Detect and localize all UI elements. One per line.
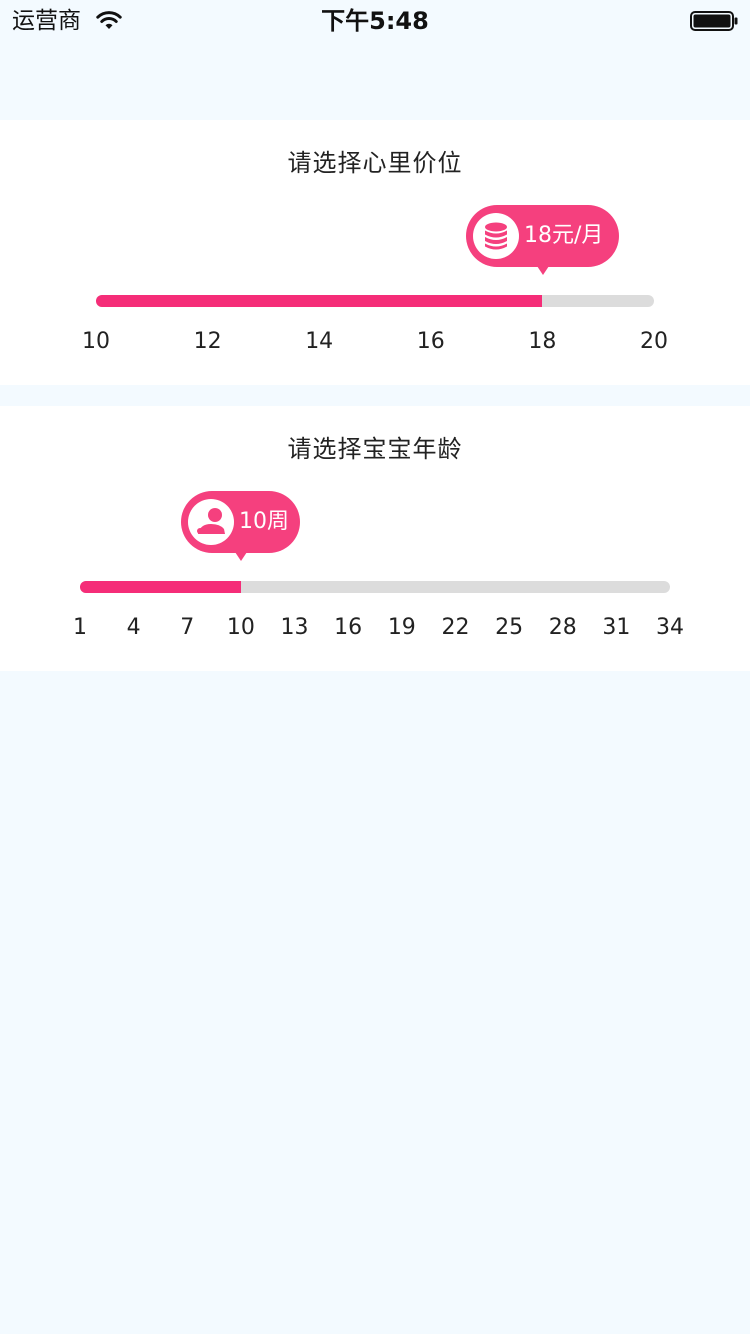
price-title: 请选择心里价位	[287, 149, 463, 177]
age-title: 请选择宝宝年龄	[287, 435, 463, 463]
tick-label: 34	[656, 615, 684, 640]
tick-label: 10	[82, 329, 110, 354]
tick-label: 1	[73, 615, 87, 640]
tick-label: 10	[226, 615, 255, 640]
tick-label: 20	[640, 329, 668, 354]
tick-label: 12	[193, 329, 222, 354]
price-slider-track[interactable]	[96, 295, 654, 307]
tick-label: 7	[180, 615, 195, 640]
status-bar: 运营商 下午5:48	[0, 0, 750, 40]
tick-label: 19	[387, 615, 416, 640]
coin-stack-icon	[473, 213, 519, 259]
age-value-bubble: 10周	[181, 491, 300, 561]
age-slider-fill	[80, 581, 241, 593]
tick-label: 13	[280, 615, 309, 640]
tick-label: 18	[528, 329, 557, 354]
tick-label: 16	[334, 615, 363, 640]
battery-icon	[690, 11, 738, 31]
price-slider-fill	[96, 295, 543, 307]
price-value-bubble: 18元/月	[466, 205, 619, 275]
price-value-label: 18元/月	[524, 223, 604, 248]
price-tick-labels: 10 12 14 16 18 20	[0, 327, 750, 357]
price-card: 请选择心里价位 18元/月 10 12 14 16 18 20	[0, 120, 750, 385]
age-value-label: 10周	[239, 509, 289, 534]
tick-label: 16	[416, 329, 445, 354]
age-slider-track[interactable]	[80, 581, 670, 593]
tick-label: 28	[548, 615, 577, 640]
age-card: 请选择宝宝年龄 10周 1 4 7 10 13 16 19 22 25 28 31 34	[0, 406, 750, 671]
status-time: 下午5:48	[321, 7, 429, 35]
tick-label: 31	[602, 615, 631, 640]
tick-label: 14	[305, 329, 334, 354]
baby-icon	[188, 499, 234, 545]
age-tick-labels: 1 4 7 10 13 16 19 22 25 28 31 34	[0, 613, 750, 643]
tick-label: 4	[126, 615, 141, 640]
tick-label: 22	[441, 615, 470, 640]
tick-label: 25	[495, 615, 524, 640]
